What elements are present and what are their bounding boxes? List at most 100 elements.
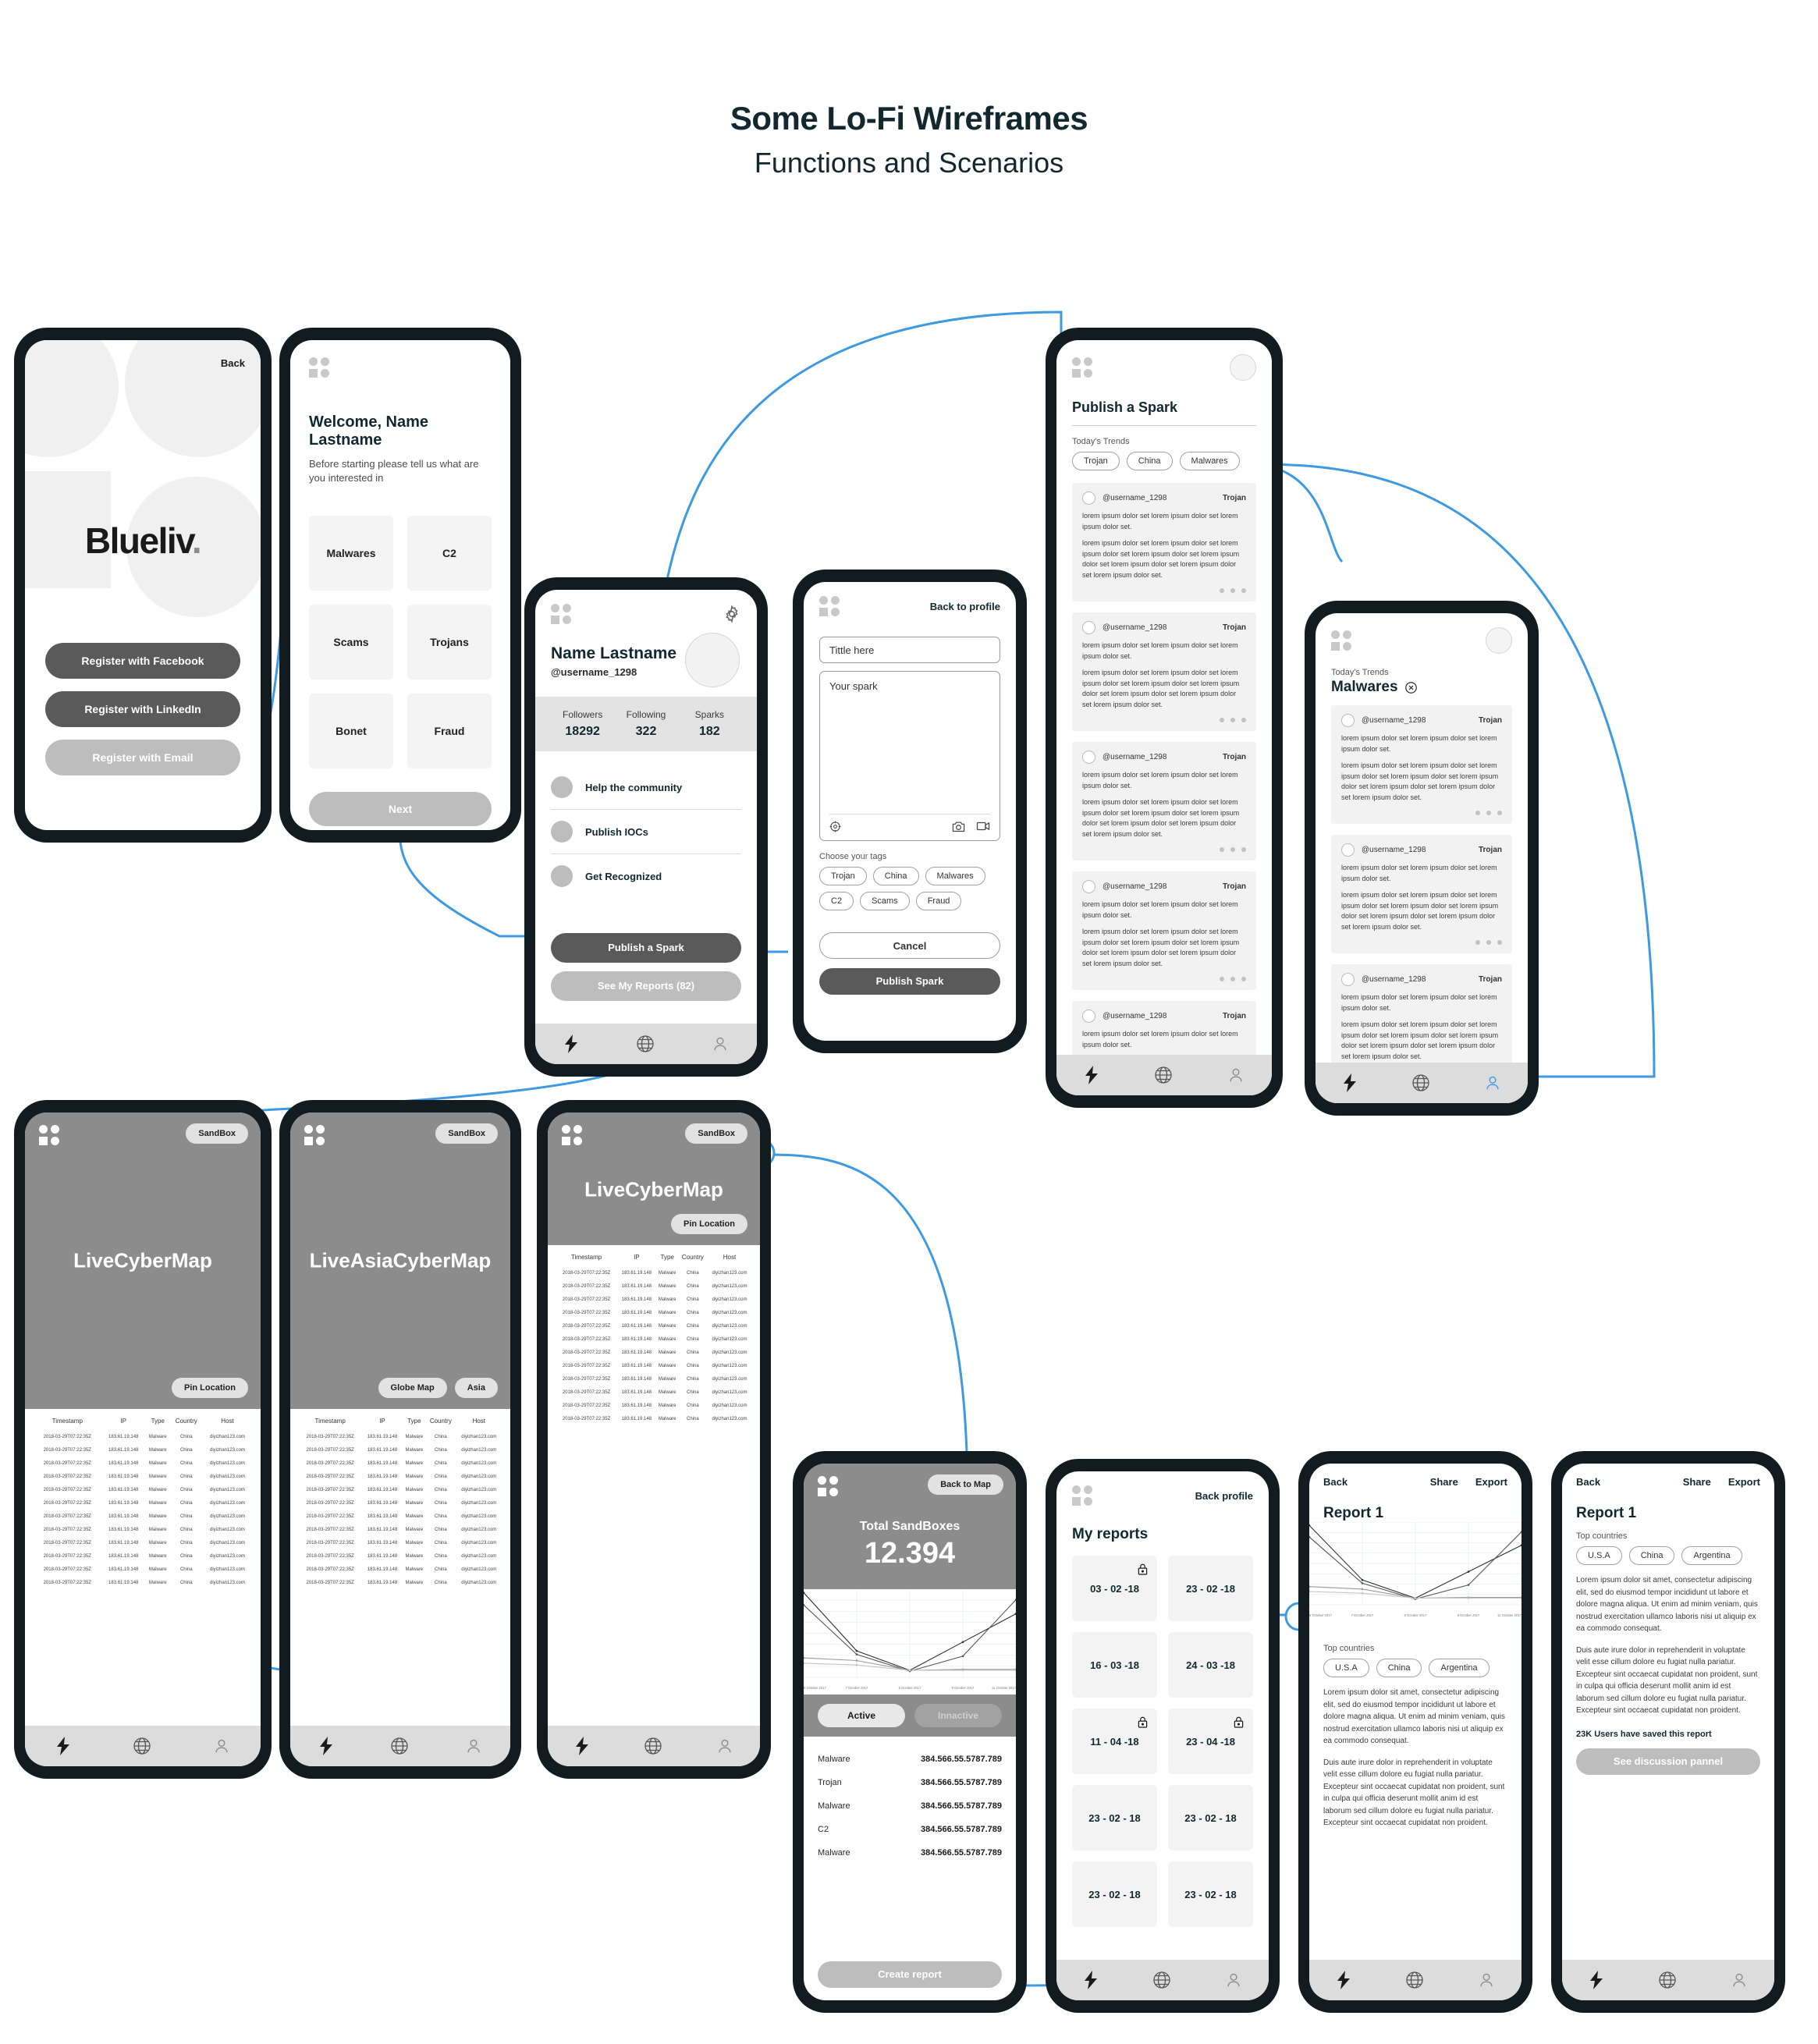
- interest-option[interactable]: Scams: [309, 605, 393, 680]
- country-chip[interactable]: U.S.A: [1576, 1546, 1622, 1565]
- report-card[interactable]: 24 - 03 -18: [1168, 1632, 1253, 1698]
- sandbox-row[interactable]: Trojan 384.566.55.5787.789: [818, 1771, 1002, 1794]
- back-button[interactable]: Back: [1323, 1476, 1348, 1488]
- globe-icon[interactable]: [636, 1034, 655, 1053]
- tag-chip[interactable]: Malwares: [925, 867, 985, 885]
- menu-item-help-community[interactable]: Help the community: [551, 765, 741, 809]
- feed-post[interactable]: @username_1298 Trojan lorem ipsum dolor se…: [1331, 835, 1512, 953]
- person-icon[interactable]: [1731, 1971, 1748, 1989]
- back-to-profile-button[interactable]: Back to profile: [930, 601, 1000, 612]
- feed-post[interactable]: @username_1298 Trojan lorem ipsum dolor se…: [1072, 871, 1256, 990]
- feed-post[interactable]: @username_1298 Trojan lorem ipsum dolor se…: [1331, 705, 1512, 824]
- table-row[interactable]: 2018-03-29T07:22:35Z 183.61.19.148 Malware…: [556, 1306, 752, 1319]
- interest-option[interactable]: Malwares: [309, 516, 393, 591]
- gear-icon[interactable]: [723, 605, 741, 623]
- table-row[interactable]: 2018-03-29T07:22:35Z 183.61.19.148 Malware…: [298, 1470, 502, 1483]
- interest-option[interactable]: Bonet: [309, 694, 393, 769]
- sandbox-row[interactable]: C2 384.566.55.5787.789: [818, 1818, 1002, 1841]
- pin-location-button[interactable]: Pin Location: [671, 1214, 747, 1234]
- table-row[interactable]: 2018-03-29T07:22:35Z 183.61.19.148 Malware…: [556, 1412, 752, 1425]
- post-actions[interactable]: [1341, 940, 1502, 945]
- lightning-bolt-icon[interactable]: [1336, 1971, 1351, 1989]
- lightning-bolt-icon[interactable]: [1589, 1971, 1604, 1989]
- location-pin-icon[interactable]: [829, 821, 841, 832]
- table-row[interactable]: 2018-03-29T07:22:35Z 183.61.19.148 Malware…: [556, 1386, 752, 1399]
- table-row[interactable]: 2018-03-29T07:22:35Z 183.61.19.148 Malware…: [556, 1333, 752, 1346]
- register-email-button[interactable]: Register with Email: [45, 740, 240, 775]
- lightning-bolt-icon[interactable]: [574, 1737, 590, 1755]
- globe-icon[interactable]: [1152, 1971, 1171, 1989]
- post-actions[interactable]: [1082, 977, 1246, 981]
- interest-option[interactable]: Trojans: [407, 605, 492, 680]
- ioc-table-wrap[interactable]: Timestamp IP Type Country Host 2018-03-29T07:…: [25, 1409, 261, 1592]
- table-row[interactable]: 2018-03-29T07:22:35Z 183.61.19.148 Malware…: [33, 1496, 253, 1510]
- map-canvas[interactable]: SandBox LiveAsiaCyberMap Globe Map Asia: [290, 1112, 510, 1409]
- feed-post[interactable]: @username_1298 Trojan lorem ipsum dolor se…: [1072, 483, 1256, 601]
- register-facebook-button[interactable]: Register with Facebook: [45, 643, 240, 679]
- person-icon[interactable]: [712, 1034, 729, 1053]
- menu-item-publish-iocs[interactable]: Publish IOCs: [551, 810, 741, 853]
- table-row[interactable]: 2018-03-29T07:22:35Z 183.61.19.148 Malware…: [298, 1457, 502, 1470]
- sandbox-button[interactable]: SandBox: [435, 1123, 498, 1144]
- camera-icon[interactable]: [952, 821, 965, 832]
- globe-icon[interactable]: [644, 1737, 662, 1755]
- map-canvas[interactable]: SandBox LiveCyberMap Pin Location: [25, 1112, 261, 1409]
- pin-location-button[interactable]: Pin Location: [172, 1378, 248, 1398]
- toggle-active[interactable]: Active: [818, 1704, 905, 1727]
- trend-chip[interactable]: Trojan: [1072, 452, 1120, 470]
- table-row[interactable]: 2018-03-29T07:22:35Z 183.61.19.148 Malware…: [556, 1372, 752, 1386]
- person-icon[interactable]: [465, 1737, 482, 1755]
- spark-body-input[interactable]: Your spark: [819, 671, 1000, 841]
- country-chip[interactable]: U.S.A: [1323, 1659, 1369, 1677]
- table-row[interactable]: 2018-03-29T07:22:35Z 183.61.19.148 Malware…: [298, 1510, 502, 1523]
- table-row[interactable]: 2018-03-29T07:22:35Z 183.61.19.148 Malware…: [33, 1457, 253, 1470]
- table-row[interactable]: 2018-03-29T07:22:35Z 183.61.19.148 Malware…: [298, 1443, 502, 1457]
- globe-icon[interactable]: [1658, 1971, 1677, 1989]
- next-button[interactable]: Next: [309, 792, 492, 827]
- video-icon[interactable]: [976, 821, 990, 832]
- country-chip[interactable]: China: [1628, 1546, 1675, 1565]
- table-row[interactable]: 2018-03-29T07:22:35Z 183.61.19.148 Malware…: [33, 1563, 253, 1576]
- spark-title-input[interactable]: Tittle here: [819, 637, 1000, 663]
- country-chip[interactable]: China: [1376, 1659, 1422, 1677]
- globe-map-button[interactable]: Globe Map: [378, 1378, 447, 1398]
- see-discussion-button[interactable]: See discussion pannel: [1576, 1748, 1760, 1775]
- person-icon[interactable]: [213, 1737, 230, 1755]
- ioc-table-wrap[interactable]: Timestamp IP Type Country Host 2018-03-29T07:…: [290, 1409, 510, 1592]
- table-row[interactable]: 2018-03-29T07:22:35Z 183.61.19.148 Malware…: [298, 1430, 502, 1443]
- report-card[interactable]: 23 - 02 - 18: [1072, 1861, 1157, 1927]
- table-row[interactable]: 2018-03-29T07:22:35Z 183.61.19.148 Malware…: [33, 1483, 253, 1496]
- tag-chip[interactable]: Trojan: [819, 867, 867, 885]
- person-icon[interactable]: [1484, 1073, 1501, 1092]
- table-row[interactable]: 2018-03-29T07:22:35Z 183.61.19.148 Malware…: [33, 1536, 253, 1549]
- report-card[interactable]: 03 - 02 -18: [1072, 1556, 1157, 1621]
- globe-icon[interactable]: [1411, 1073, 1430, 1092]
- avatar[interactable]: [685, 633, 740, 687]
- table-row[interactable]: 2018-03-29T07:22:35Z 183.61.19.148 Malware…: [298, 1483, 502, 1496]
- avatar[interactable]: [1486, 627, 1512, 654]
- report-card[interactable]: 23 - 02 -18: [1168, 1556, 1253, 1621]
- lightning-bolt-icon[interactable]: [55, 1737, 71, 1755]
- register-linkedin-button[interactable]: Register with LinkedIn: [45, 691, 240, 727]
- table-row[interactable]: 2018-03-29T07:22:35Z 183.61.19.148 Malware…: [556, 1279, 752, 1293]
- lightning-bolt-icon[interactable]: [1083, 1971, 1099, 1989]
- report-card[interactable]: 23 - 04 -18: [1168, 1709, 1253, 1774]
- tag-chip[interactable]: China: [872, 867, 919, 885]
- country-chip[interactable]: Argentina: [1681, 1546, 1742, 1565]
- report-card[interactable]: 23 - 02 - 18: [1072, 1785, 1157, 1851]
- table-row[interactable]: 2018-03-29T07:22:35Z 183.61.19.148 Malware…: [33, 1430, 253, 1443]
- globe-icon[interactable]: [133, 1737, 151, 1755]
- back-button[interactable]: Back: [221, 357, 245, 369]
- report-card[interactable]: 16 - 03 -18: [1072, 1632, 1157, 1698]
- table-row[interactable]: 2018-03-29T07:22:35Z 183.61.19.148 Malware…: [556, 1293, 752, 1306]
- interest-option[interactable]: Fraud: [407, 694, 492, 769]
- feed-post[interactable]: @username_1298 Trojan lorem ipsum dolor se…: [1072, 742, 1256, 861]
- toggle-innactive[interactable]: Innactive: [914, 1704, 1002, 1727]
- feed-post[interactable]: @username_1298 Trojan lorem ipsum dolor se…: [1072, 612, 1256, 731]
- export-button[interactable]: Export: [1475, 1476, 1507, 1488]
- sandbox-row[interactable]: Malware 384.566.55.5787.789: [818, 1748, 1002, 1771]
- table-row[interactable]: 2018-03-29T07:22:35Z 183.61.19.148 Malware…: [556, 1399, 752, 1412]
- see-my-reports-button[interactable]: See My Reports (82): [551, 971, 741, 1001]
- back-profile-button[interactable]: Back profile: [1195, 1490, 1253, 1502]
- trend-chip[interactable]: China: [1126, 452, 1173, 470]
